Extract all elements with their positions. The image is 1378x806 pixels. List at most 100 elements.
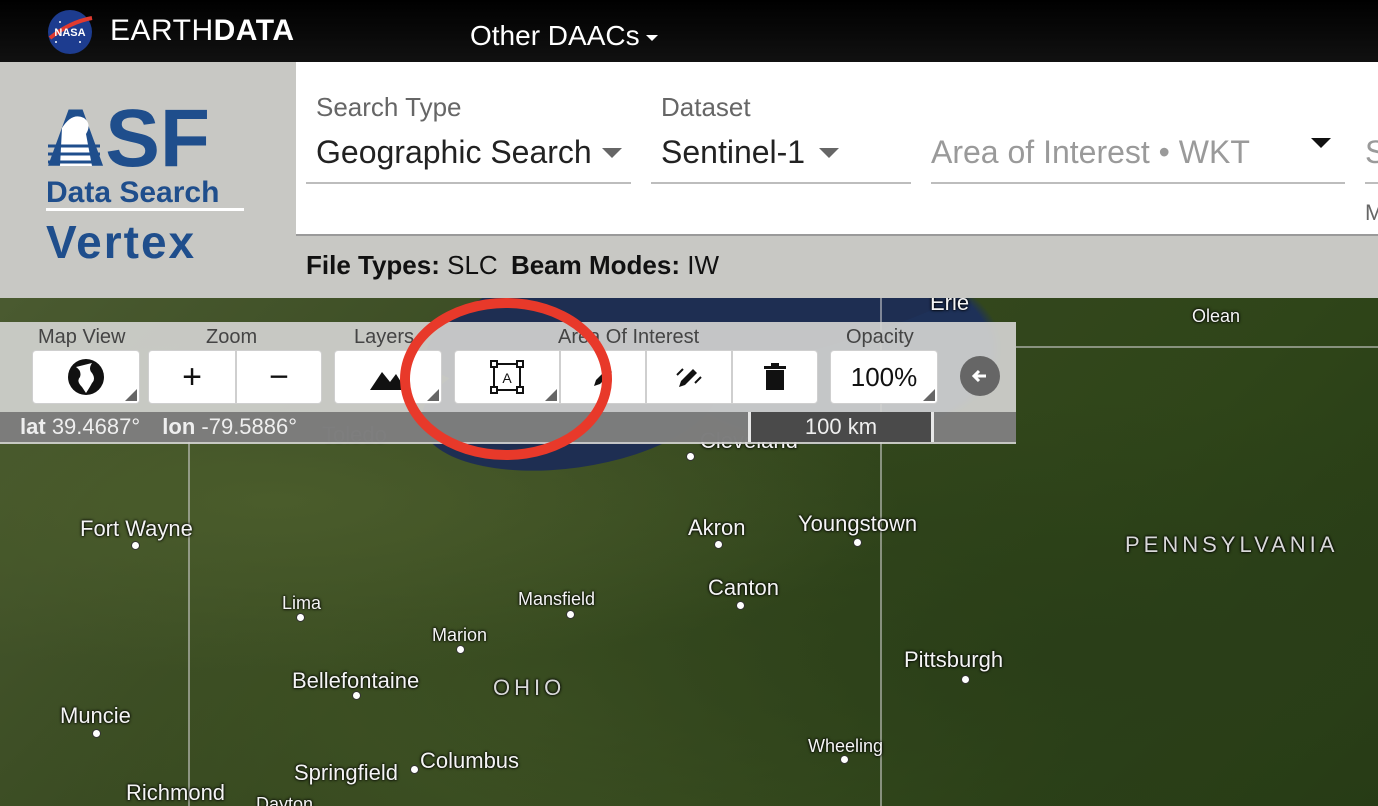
pencil-icon bbox=[594, 368, 612, 386]
city-marker bbox=[410, 765, 419, 774]
other-daacs-menu[interactable]: Other DAACs bbox=[470, 20, 658, 52]
map-gridline bbox=[188, 428, 190, 806]
dropdown-arrow-icon bbox=[819, 148, 839, 158]
city-marker bbox=[853, 538, 862, 547]
lon-value: -79.5886° bbox=[201, 414, 298, 439]
dataset-select[interactable]: Dataset Sentinel-1 bbox=[651, 90, 911, 184]
aoi-draw-button[interactable] bbox=[560, 350, 646, 404]
aoi-draw-mode-button[interactable]: A bbox=[454, 350, 560, 404]
aoi-edit-button[interactable] bbox=[646, 350, 732, 404]
filters-summary: File Types: SLC Beam Modes: IW bbox=[306, 250, 719, 281]
bounding-box-text-icon: A bbox=[490, 360, 524, 394]
lon-label: lon bbox=[162, 414, 196, 439]
svg-text:A: A bbox=[502, 370, 512, 386]
cut-off-field[interactable]: S M bbox=[1365, 90, 1378, 225]
svg-text:Data Search: Data Search bbox=[46, 176, 219, 209]
beam-modes-value: IW bbox=[687, 250, 719, 280]
city-label-fort-wayne: Fort Wayne bbox=[80, 516, 193, 541]
city-marker bbox=[92, 729, 101, 738]
file-types-label: File Types: bbox=[306, 250, 440, 280]
dropdown-corner-icon bbox=[125, 389, 137, 401]
collapse-toolbar-button[interactable] bbox=[960, 356, 1000, 396]
map-view-label: Map View bbox=[38, 326, 126, 348]
caret-down-icon bbox=[645, 34, 658, 41]
city-marker bbox=[736, 601, 745, 610]
globe-icon bbox=[68, 359, 104, 395]
header: ASF Data Search Vertex Search Type Geogr… bbox=[0, 62, 1378, 298]
search-type-value: Geographic Search bbox=[316, 134, 592, 170]
city-label-richmond: Richmond bbox=[126, 780, 226, 805]
asf-logo-graphic: ASF Data Search Vertex bbox=[46, 93, 244, 268]
aoi-wkt-placeholder: Area of Interest • WKT bbox=[931, 134, 1250, 170]
trash-icon bbox=[764, 363, 786, 390]
opacity-value: 100% bbox=[850, 361, 918, 392]
search-type-select[interactable]: Search Type Geographic Search bbox=[306, 90, 631, 184]
filters-bar[interactable]: File Types: SLC Beam Modes: IW bbox=[296, 234, 1378, 298]
nasa-logo[interactable]: NASA bbox=[46, 8, 94, 56]
cut-off-divider bbox=[1365, 182, 1378, 184]
city-marker bbox=[456, 645, 465, 654]
beam-modes-label: Beam Modes: bbox=[510, 250, 680, 280]
aoi-label: Area Of Interest bbox=[558, 326, 700, 348]
city-label-pittsburgh: Pittsburgh bbox=[904, 647, 1004, 672]
dataset-value: Sentinel-1 bbox=[661, 134, 806, 170]
aoi-clear-button[interactable] bbox=[732, 350, 818, 404]
opacity-label: Opacity bbox=[846, 326, 914, 348]
zoom-out-button[interactable]: − bbox=[236, 350, 322, 404]
city-label-muncie: Muncie bbox=[60, 703, 131, 728]
asf-vertex-logo[interactable]: ASF Data Search Vertex bbox=[0, 62, 296, 298]
city-label-wheeling: Wheeling bbox=[808, 736, 884, 756]
city-label-lima: Lima bbox=[282, 593, 322, 613]
dataset-label: Dataset bbox=[661, 92, 751, 122]
earthdata-brand[interactable]: EARTHDATA bbox=[110, 14, 295, 48]
search-panel: Search Type Geographic Search Dataset Se… bbox=[296, 62, 1378, 234]
zoom-label: Zoom bbox=[206, 326, 258, 348]
region-label-ohio: OHIO bbox=[493, 675, 566, 700]
map-view-button[interactable] bbox=[32, 350, 140, 404]
zoom-in-button[interactable]: + bbox=[148, 350, 236, 404]
scale-bar: 100 km bbox=[748, 412, 934, 442]
map-toolbar: Map View Zoom + − Layers Area Of Interes… bbox=[0, 322, 1016, 444]
minus-icon: − bbox=[269, 357, 289, 396]
brand-light: EARTH bbox=[110, 14, 214, 47]
city-marker bbox=[686, 452, 695, 461]
search-type-label: Search Type bbox=[316, 92, 462, 122]
other-daacs-label: Other DAACs bbox=[470, 20, 640, 51]
cut-off-field-sub: M bbox=[1365, 200, 1378, 225]
region-label-pennsylvania: PENNSYLVANIA bbox=[1125, 532, 1339, 557]
city-marker bbox=[714, 540, 723, 549]
earthdata-topbar: NASA EARTHDATA Other DAACs bbox=[0, 0, 1378, 62]
city-label-olean: Olean bbox=[1192, 306, 1241, 326]
aoi-dropdown-arrow-icon[interactable] bbox=[1311, 138, 1331, 148]
aoi-wkt-input[interactable]: Area of Interest • WKT bbox=[931, 90, 1345, 184]
city-marker bbox=[840, 755, 849, 764]
lat-lon-readout: lat 39.4687° lon -79.5886° bbox=[20, 414, 297, 440]
city-label-canton: Canton bbox=[708, 575, 779, 600]
city-label-dayton: Dayton bbox=[256, 794, 314, 806]
city-label-columbus: Columbus bbox=[420, 748, 520, 773]
edit-polygon-icon bbox=[676, 368, 702, 387]
svg-text:NASA: NASA bbox=[54, 27, 85, 39]
cut-off-field-text: S bbox=[1365, 134, 1378, 170]
city-marker bbox=[566, 610, 575, 619]
city-label-mansfield: Mansfield bbox=[518, 589, 596, 609]
city-label-youngstown: Youngstown bbox=[798, 511, 918, 536]
city-label-marion: Marion bbox=[432, 625, 488, 645]
opacity-button[interactable]: 100% bbox=[830, 350, 938, 404]
dropdown-corner-icon bbox=[545, 389, 557, 401]
dropdown-corner-icon bbox=[923, 389, 935, 401]
city-marker bbox=[296, 613, 305, 622]
mountain-icon bbox=[370, 372, 406, 390]
map-gridline bbox=[1016, 346, 1378, 348]
arrow-left-icon bbox=[971, 369, 986, 383]
city-label-akron: Akron bbox=[688, 515, 746, 540]
dropdown-arrow-icon bbox=[602, 148, 622, 158]
layers-label: Layers bbox=[354, 326, 415, 348]
brand-bold: DATA bbox=[213, 14, 295, 47]
lat-value: 39.4687° bbox=[51, 414, 141, 439]
city-label-springfield: Springfield bbox=[294, 760, 398, 785]
coordinate-bar: lat 39.4687° lon -79.5886° 100 km bbox=[0, 412, 1016, 442]
lat-label: lat bbox=[20, 414, 46, 439]
plus-icon: + bbox=[182, 357, 202, 396]
layers-button[interactable] bbox=[334, 350, 442, 404]
